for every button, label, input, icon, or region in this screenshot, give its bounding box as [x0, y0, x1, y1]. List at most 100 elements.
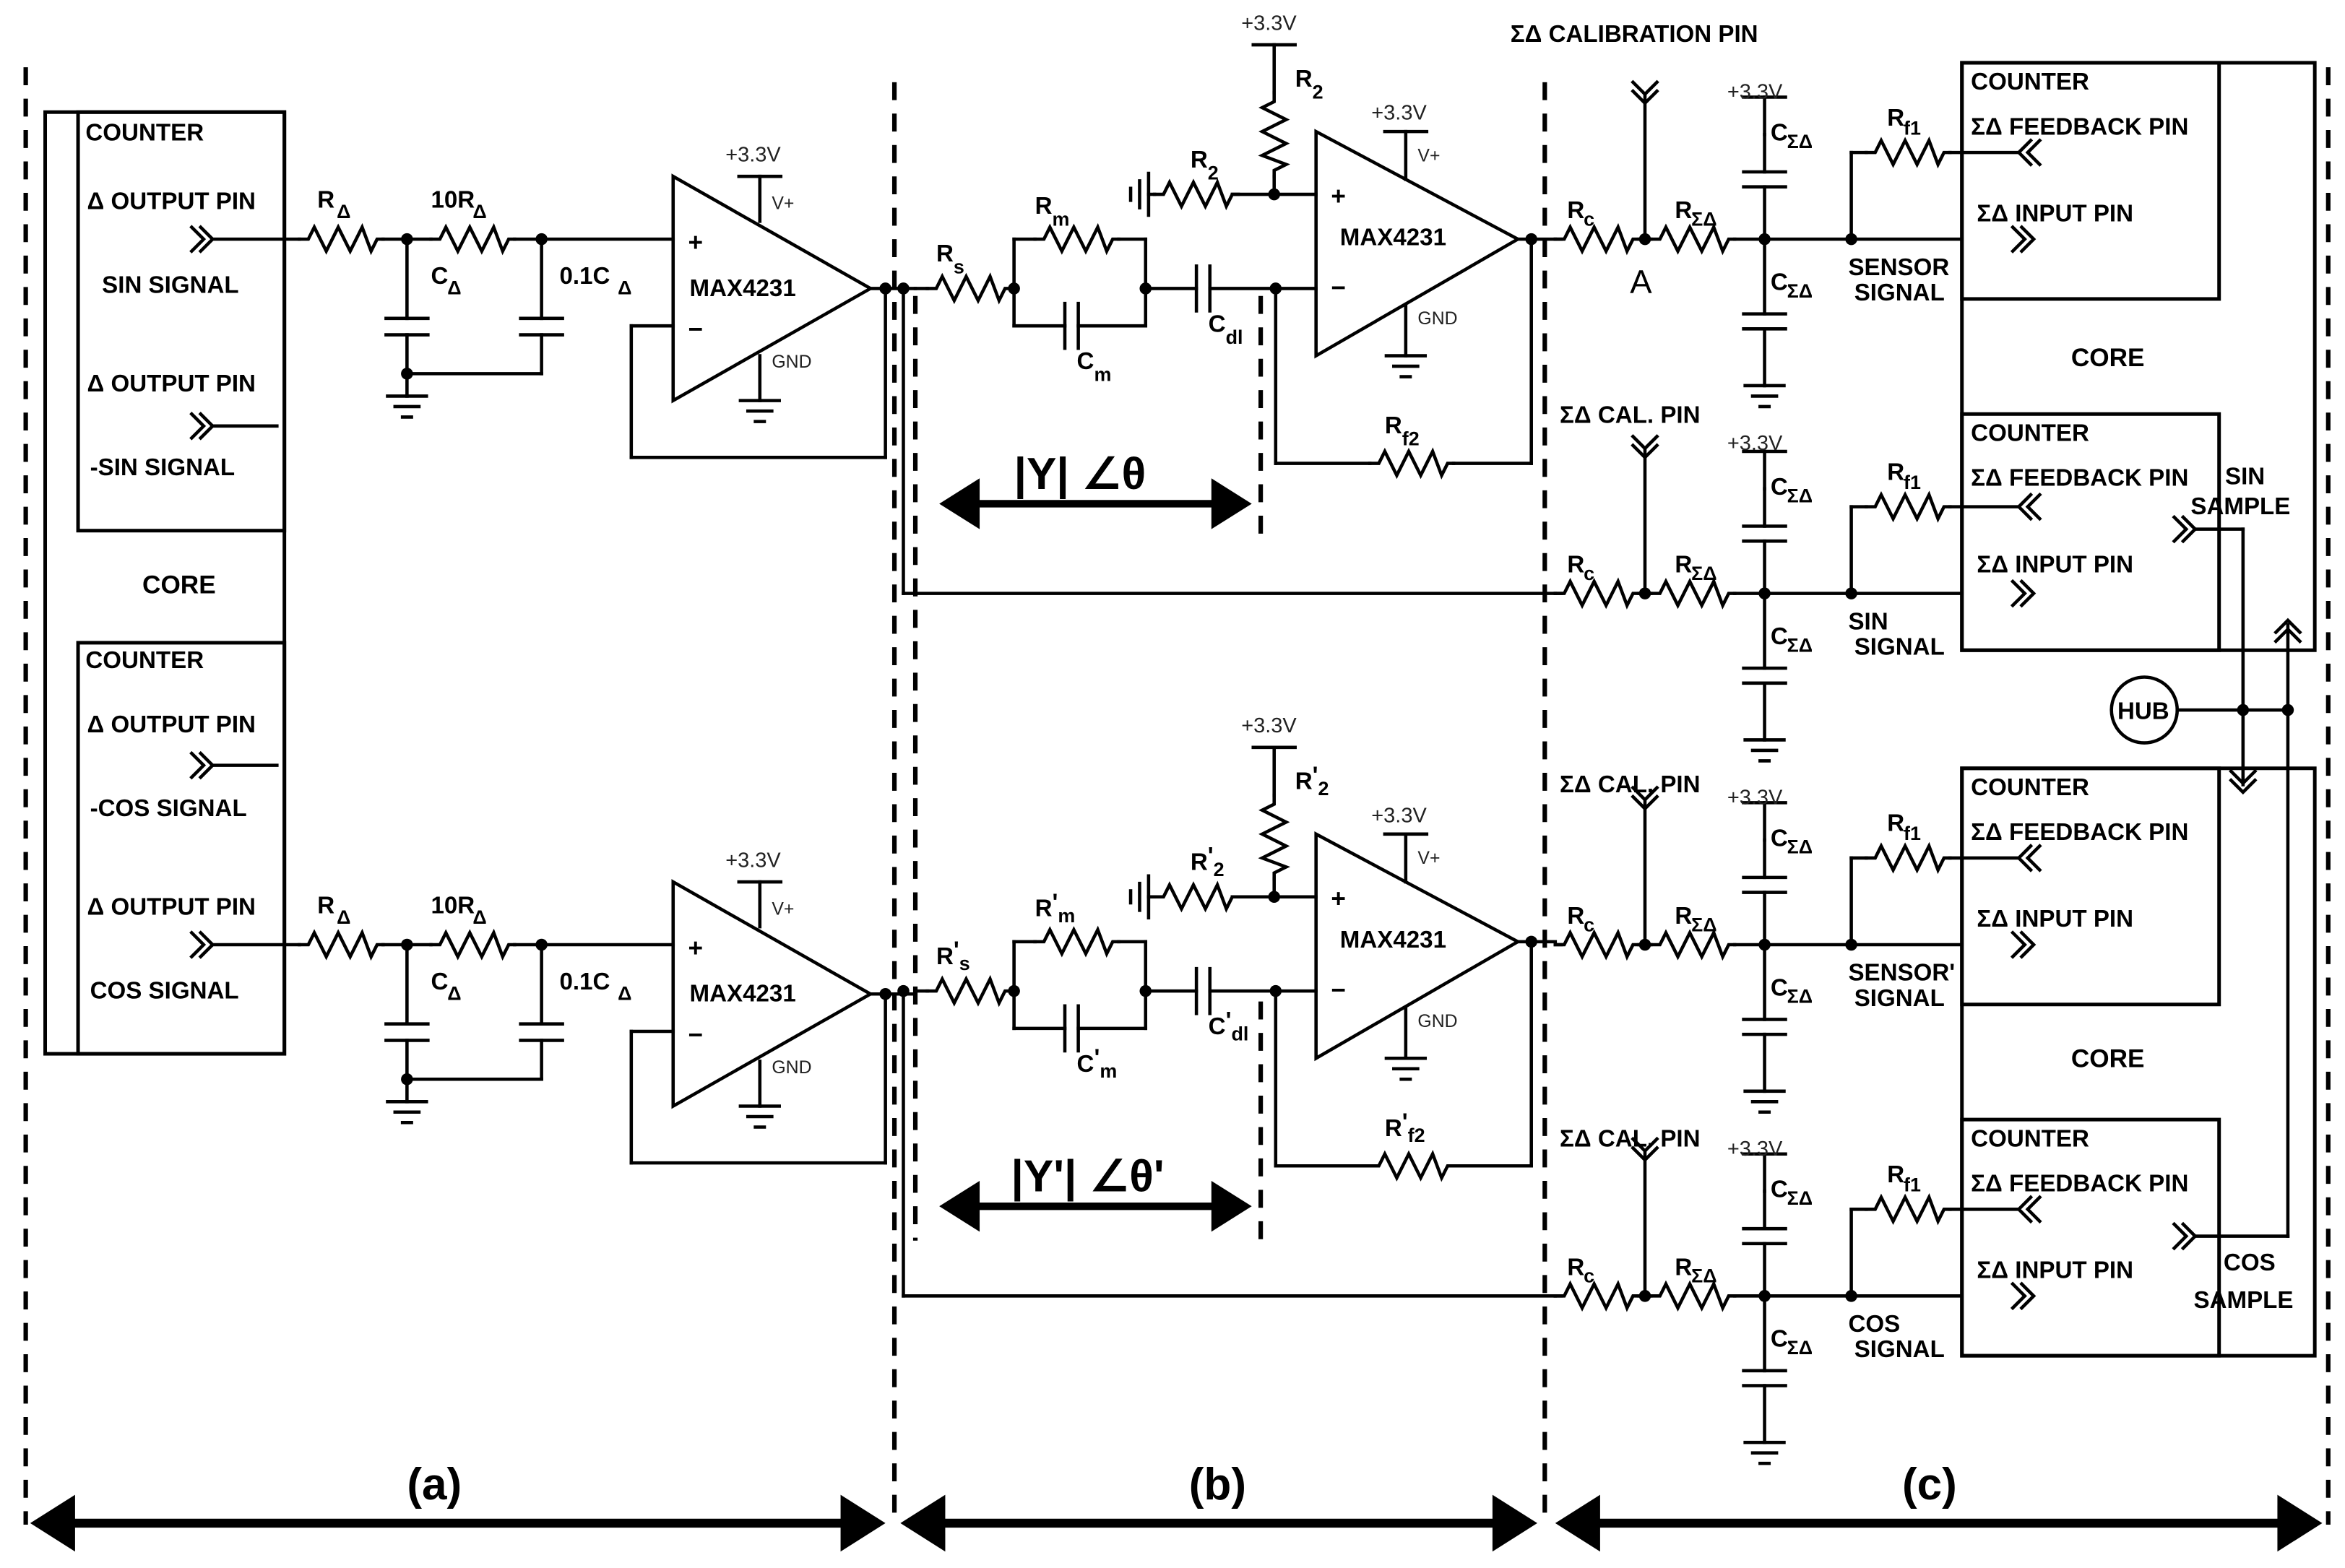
- supply-label: +3.3V: [725, 144, 781, 167]
- rm-label: R: [1035, 193, 1053, 220]
- core-label-left: CORE: [142, 571, 216, 599]
- resistor-rm-prime: [1035, 930, 1119, 953]
- resistor-rc: [1555, 932, 1639, 956]
- opamp-part-label: MAX4231: [690, 981, 796, 1008]
- supply-r2-label: +3.3V: [1241, 714, 1297, 737]
- opamp-minus: −: [688, 316, 703, 344]
- counter-sensor-box: [1960, 61, 2221, 301]
- core-label-right-bottom: CORE: [2071, 1045, 2145, 1073]
- output-pin-arrow-icon: [191, 753, 212, 777]
- c-sigma-delta-bottom-sub: ΣΔ: [1787, 280, 1813, 302]
- delta-output-pin-3-label: Δ OUTPUT PIN: [87, 711, 256, 738]
- calibration-pin-label: ΣΔ CAL. PIN: [1560, 771, 1701, 798]
- resistor-10r-delta: [431, 932, 514, 956]
- rf2-label: R: [1385, 1115, 1402, 1142]
- 0.1c-delta-label: 0.1C: [559, 969, 610, 995]
- r2-pullup-label: R: [1295, 66, 1313, 92]
- svg-text:Rs: Rs: [936, 241, 964, 278]
- rs-label: R: [936, 943, 954, 970]
- r2-pullup-label: R: [1295, 768, 1313, 795]
- gnd-label: GND: [772, 1058, 811, 1078]
- svg-text:R2: R2: [1295, 66, 1323, 103]
- core-label-right-top: CORE: [2071, 344, 2145, 372]
- rf1-label: R: [1887, 459, 1904, 485]
- r-sigma-delta-sub: ΣΔ: [1691, 209, 1716, 230]
- hub-label: HUB: [2117, 698, 2169, 724]
- resistor-r2-pulldown: [1154, 182, 1238, 206]
- r2-pullup-prime: ': [1313, 762, 1318, 789]
- resistor-rc: [1555, 1284, 1639, 1308]
- feedback-pin-label: ΣΔ FEEDBACK PIN: [1971, 113, 2188, 140]
- feedback-pin-label: ΣΔ FEEDBACK PIN: [1971, 1170, 2188, 1197]
- r-sigma-delta-sub: ΣΔ: [1691, 1265, 1716, 1287]
- r-sigma-delta-label: R: [1675, 552, 1692, 579]
- rm-prime: ': [1053, 889, 1058, 916]
- c-sigma-delta-top-sub: ΣΔ: [1787, 1187, 1813, 1209]
- 0.1c-delta-sub: Δ: [618, 277, 631, 299]
- counter-sin-box: [1960, 412, 2221, 652]
- signal-label-line1: SENSOR: [1848, 254, 1949, 281]
- resistor-rf2-prime: [1370, 1154, 1454, 1178]
- feedback-pin-arrow-icon: [2018, 141, 2039, 165]
- vplus-label: V+: [772, 194, 794, 214]
- c-delta-sub: Δ: [447, 277, 461, 299]
- opamp-minus: −: [1331, 274, 1346, 302]
- impedance-label: |Y| ∠θ: [1014, 449, 1146, 499]
- rm-sub: m: [1053, 209, 1070, 230]
- counter-cos-box: [1960, 1117, 2221, 1358]
- impedance-label: |Y'| ∠θ': [1011, 1151, 1164, 1201]
- impedance-stage-bottom: + − MAX4231 +3.3V V+ GND R's R'm C'm C'd…: [897, 714, 1558, 1298]
- resistor-r-sigma-delta: [1651, 1284, 1735, 1308]
- c-sigma-delta-top-label: C: [1771, 120, 1788, 147]
- input-pin-arrow-icon: [2013, 581, 2034, 605]
- resistor-r2-prime-pullup: [1262, 795, 1286, 879]
- resistor-r-delta: [299, 932, 383, 956]
- c-sigma-delta-top-sub: ΣΔ: [1787, 836, 1813, 858]
- svg-text:Cdl: Cdl: [1209, 311, 1243, 348]
- signal-label-line2: SIGNAL: [1854, 1336, 1945, 1363]
- rf2-sub: f2: [1402, 428, 1420, 450]
- arrowhead-left-icon: [30, 1494, 75, 1552]
- resistor-r-sigma-delta: [1651, 228, 1735, 251]
- rf2-prime: ': [1402, 1109, 1408, 1136]
- signal-label-line1: COS: [1848, 1311, 1900, 1338]
- svg-text:C'm: C'm: [1077, 1045, 1118, 1083]
- signal-label-line1: SENSOR': [1848, 960, 1955, 987]
- ground-icon: [740, 401, 779, 422]
- cdl-label: C: [1209, 1013, 1226, 1040]
- r2-pulldown-sub: 2: [1214, 859, 1225, 880]
- resistor-rf1: [1866, 1197, 1950, 1221]
- signal-label-line2: SIGNAL: [1854, 985, 1945, 1012]
- c-sigma-delta-bottom-label: C: [1771, 623, 1788, 650]
- rs-prime: ': [954, 937, 959, 964]
- rc-sub: c: [1584, 914, 1594, 935]
- ground-icon: [1386, 1058, 1425, 1079]
- delta-output-pin-4-label: Δ OUTPUT PIN: [87, 894, 256, 921]
- impedance-stage-top: + − MAX4231 +3.3V V+ GND Rs Rm Cm Cdl R2…: [897, 12, 1558, 595]
- cm-sub: m: [1094, 364, 1111, 386]
- sin-sample-label-1: SIN: [2225, 464, 2265, 490]
- counter-cos-title: COUNTER: [85, 647, 204, 674]
- calibration-pin-label: ΣΔ CAL. PIN: [1560, 402, 1701, 429]
- svg-text:R2: R2: [1191, 147, 1219, 184]
- r-delta-sub: Δ: [337, 906, 350, 928]
- cdl-label: C: [1209, 311, 1226, 337]
- opamp-part-label: MAX4231: [690, 275, 796, 302]
- cos-sample-label-2: SAMPLE: [2194, 1287, 2294, 1314]
- 10r-delta-sub: Δ: [472, 201, 486, 222]
- svg-text:R'f2: R'f2: [1385, 1109, 1425, 1147]
- supply-label: +3.3V: [725, 849, 781, 872]
- signal-label-line2: SIGNAL: [1854, 633, 1945, 660]
- cdl-sub: dl: [1231, 1023, 1248, 1044]
- opamp-plus: +: [1331, 183, 1346, 211]
- opamp-plus: +: [688, 935, 703, 963]
- arrowhead-right-icon: [1492, 1494, 1537, 1552]
- rf1-label: R: [1887, 1161, 1904, 1188]
- svg-text:Cm: Cm: [1077, 348, 1112, 386]
- c-delta-sub: Δ: [447, 983, 461, 1005]
- r-delta-sub: Δ: [337, 201, 350, 222]
- c-sigma-delta-bottom-sub: ΣΔ: [1787, 634, 1813, 656]
- r2-pullup-sub: 2: [1318, 778, 1329, 800]
- output-pin-arrow-icon: [191, 932, 212, 956]
- rf2-label: R: [1385, 412, 1402, 439]
